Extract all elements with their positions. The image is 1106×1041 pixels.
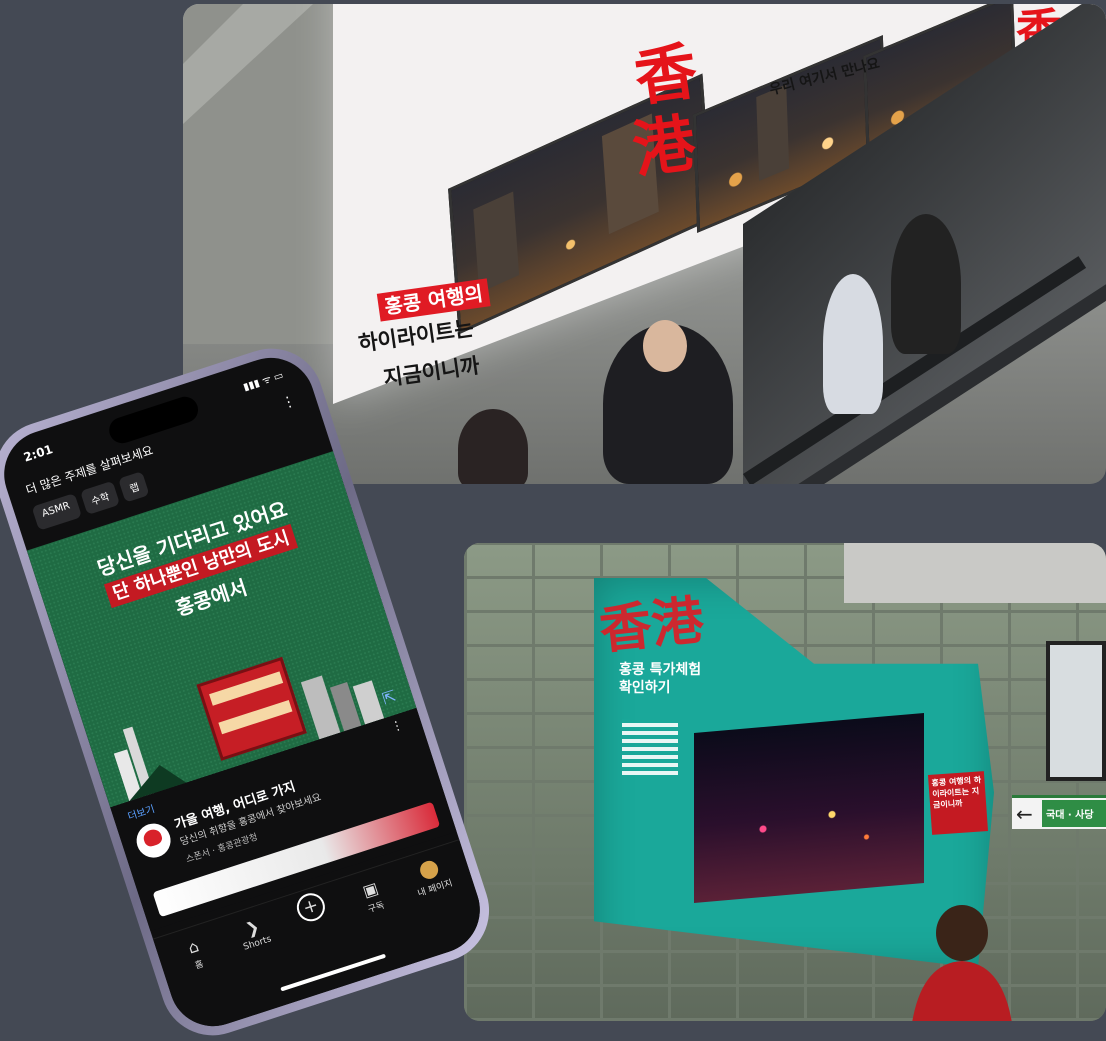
- more-vert-icon[interactable]: ⋮: [389, 717, 405, 734]
- direction-sign: ← 국대 · 사당: [1012, 795, 1106, 829]
- panel-text: 홍콩 특가체험 확인하기: [619, 662, 702, 696]
- billboard-hanzi-1: 香: [630, 34, 702, 115]
- panel-video-night-city: [694, 712, 924, 904]
- wall-monitor: [1046, 641, 1106, 781]
- status-time: 2:01: [21, 442, 55, 465]
- external-link-icon[interactable]: ⇱: [380, 686, 399, 708]
- window-frame: [844, 543, 1106, 603]
- tab-shorts[interactable]: ❯ Shorts: [221, 910, 288, 958]
- person-front-head: [643, 320, 687, 372]
- chip-rap[interactable]: 랩: [118, 471, 150, 503]
- status-icons: ▮▮▮ ᯤ ▭: [242, 370, 285, 394]
- hktb-logo: [132, 819, 176, 863]
- tab-my-page[interactable]: 내 페이지: [398, 852, 466, 903]
- person-bottom: [458, 409, 528, 484]
- home-indicator[interactable]: [280, 953, 387, 992]
- subscriptions-icon: ▣: [360, 878, 381, 901]
- collage: 香 港 香港 우리 여기서 만나요 홍콩 여행의 하이라이트는 지금이니까 香港…: [0, 0, 1106, 1041]
- left-arrow-icon: ←: [1016, 802, 1033, 826]
- passerby: [912, 905, 1012, 1021]
- billboard-hanzi-2: 港: [628, 106, 700, 187]
- tab-subscriptions[interactable]: ▣ 구독: [339, 871, 407, 922]
- subway-wall-ad-photo: 香港 홍콩 특가체험 확인하기 홍콩 여행의 하이라이트는 지금이니까 ← 국대…: [464, 543, 1106, 1021]
- plus-icon: +: [293, 889, 329, 925]
- tab-home[interactable]: ⌂ 홈: [162, 929, 230, 980]
- more-link[interactable]: 더보기: [125, 800, 157, 823]
- dynamic-island: [105, 393, 202, 447]
- home-icon: ⌂: [185, 936, 202, 958]
- person-middle: [823, 274, 883, 414]
- avatar: [417, 858, 441, 882]
- chip-math[interactable]: 수학: [79, 480, 121, 516]
- sign-text: 국대 · 사당: [1042, 800, 1106, 827]
- person-back: [891, 214, 961, 354]
- chip-asmr[interactable]: ASMR: [31, 493, 82, 531]
- qr-code: [622, 719, 678, 775]
- more-vert-icon[interactable]: ⋮: [280, 393, 298, 413]
- tab-create[interactable]: +: [278, 885, 344, 932]
- panel-hanzi: 香港: [596, 589, 707, 662]
- panel-side-text: 홍콩 여행의 하이라이트는 지금이니까: [927, 771, 989, 835]
